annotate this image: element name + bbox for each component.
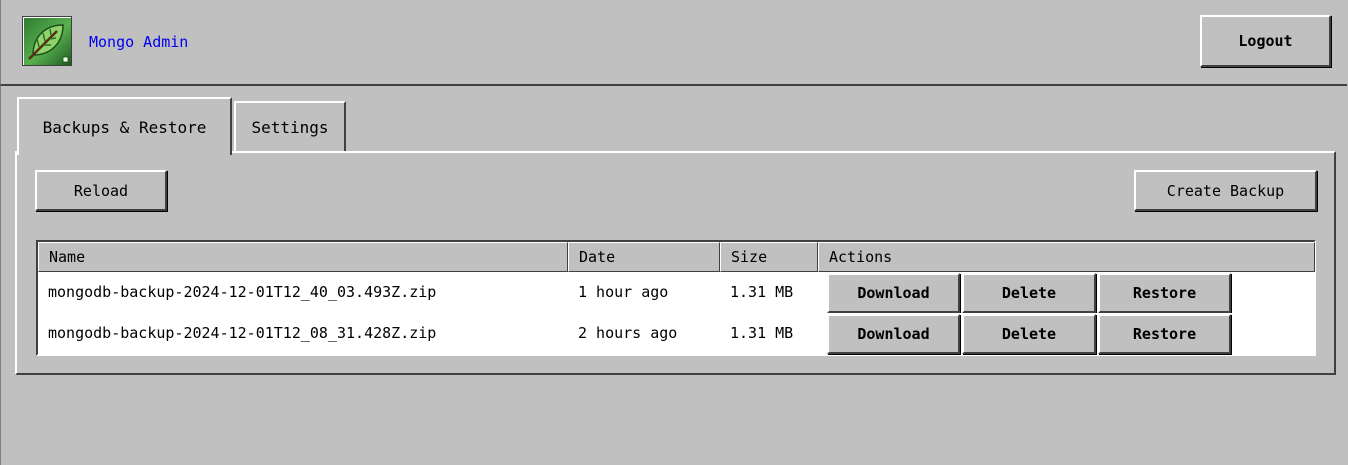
app-header: Mongo Admin Logout [0,0,1347,86]
tab-settings[interactable]: Settings [234,101,346,152]
delete-button[interactable]: Delete [962,273,1096,313]
delete-button[interactable]: Delete [962,314,1096,354]
left-edge-divider [0,86,1,465]
backup-size-cell: 1.31 MB [730,324,794,342]
app-title-link[interactable]: Mongo Admin [89,32,188,52]
backups-table: Name Date Size Actions mongodb-backup-20… [36,240,1316,356]
column-header-date[interactable]: Date [568,242,720,272]
tab-backups-restore[interactable]: Backups & Restore [17,97,232,155]
create-backup-button[interactable]: Create Backup [1134,170,1317,211]
backups-panel: Reload Create Backup Name Date Size Acti… [15,151,1336,375]
leaf-icon [22,16,72,66]
column-header-size[interactable]: Size [720,242,818,272]
table-row: mongodb-backup-2024-12-01T12_08_31.428Z.… [38,313,1314,354]
backup-name-cell: mongodb-backup-2024-12-01T12_08_31.428Z.… [48,324,437,342]
backup-size-cell: 1.31 MB [730,283,794,301]
backup-date-cell: 2 hours ago [578,324,678,342]
logout-button[interactable]: Logout [1200,15,1331,67]
backup-date-cell: 1 hour ago [578,283,669,301]
table-header: Name Date Size Actions [38,242,1315,272]
column-header-actions: Actions [818,242,1315,272]
reload-button[interactable]: Reload [35,170,167,211]
restore-button[interactable]: Restore [1098,273,1231,313]
download-button[interactable]: Download [827,314,960,354]
backup-name-cell: mongodb-backup-2024-12-01T12_40_03.493Z.… [48,283,437,301]
restore-button[interactable]: Restore [1098,314,1231,354]
column-header-name[interactable]: Name [38,242,568,272]
table-row: mongodb-backup-2024-12-01T12_40_03.493Z.… [38,272,1314,313]
download-button[interactable]: Download [827,273,960,313]
